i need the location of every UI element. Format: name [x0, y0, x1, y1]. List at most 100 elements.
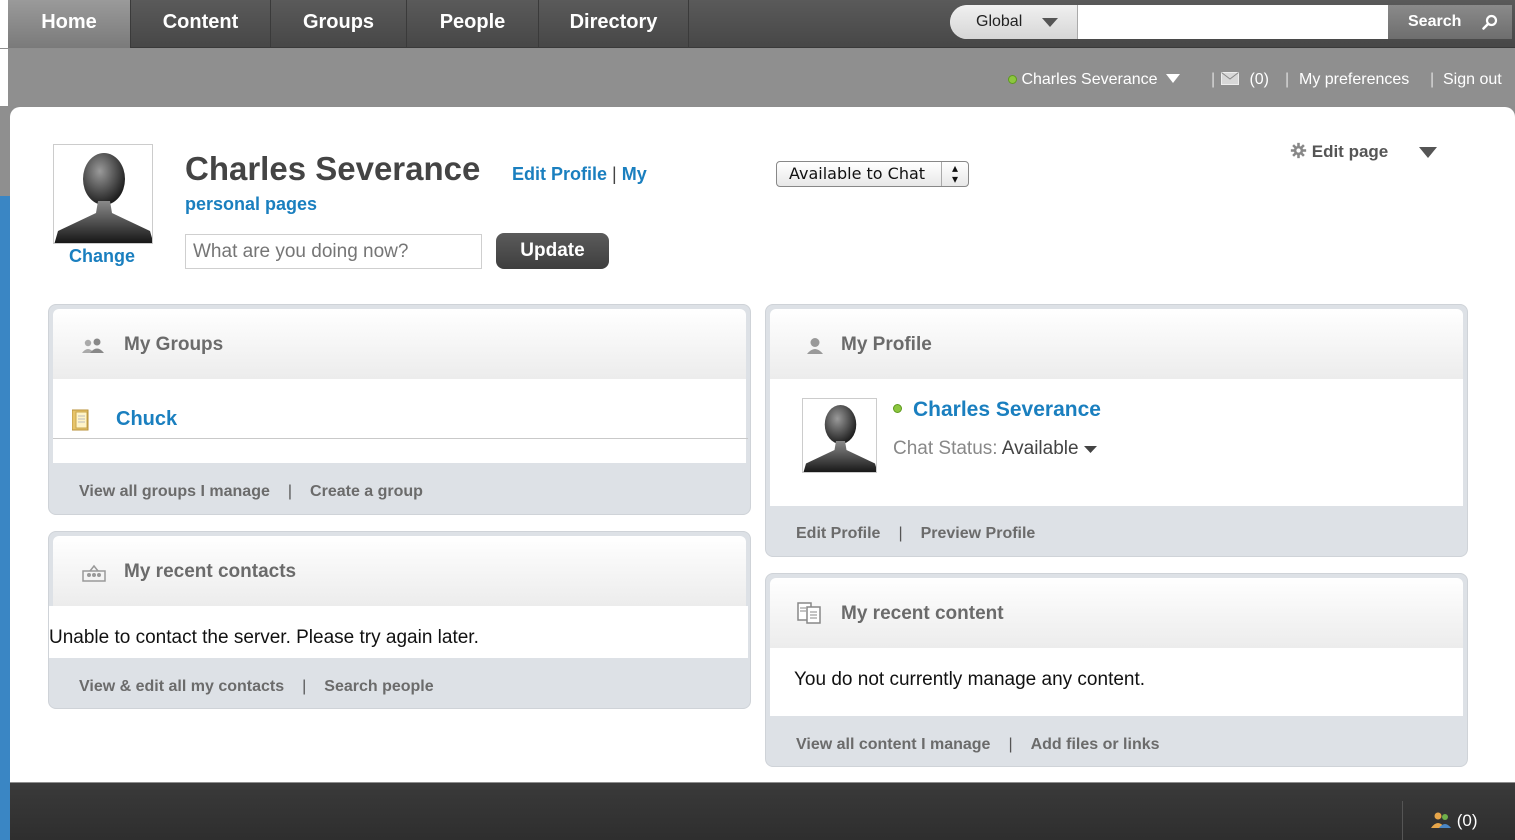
utility-separator: | [1211, 71, 1216, 88]
chevron-down-icon [1042, 18, 1058, 27]
widget-title: My recent content [841, 603, 1004, 624]
inbox-link[interactable]: (0) [1221, 71, 1269, 89]
widget-footer: View & edit all my contacts | Search peopl… [79, 678, 434, 696]
profile-name-link[interactable]: Charles Severance [913, 398, 1101, 422]
mail-icon [1221, 72, 1239, 85]
search-scope-label: Global [976, 13, 1023, 30]
widget-footer: Edit Profile | Preview Profile [796, 525, 1035, 543]
user-menu[interactable]: Charles Severance [1008, 71, 1180, 89]
footer-separator: | [302, 678, 307, 695]
widget-footer: View all groups I manage | Create a group [79, 483, 423, 501]
search-button-label: Search [1408, 13, 1462, 30]
create-group-link[interactable]: Create a group [310, 483, 423, 500]
widget-header: My Profile [770, 309, 1463, 379]
search-button[interactable]: Search [1388, 5, 1512, 39]
page-title: Charles Severance [185, 150, 481, 187]
edit-page-dropdown-icon[interactable] [1419, 147, 1437, 158]
tab-home[interactable]: Home [8, 0, 131, 48]
widget-body: You do not currently manage any content. [770, 648, 1463, 716]
edit-page-button[interactable]: Edit page [1290, 142, 1388, 162]
view-edit-contacts-link[interactable]: View & edit all my contacts [79, 678, 284, 695]
user-menu-name: Charles Severance [1021, 71, 1158, 88]
select-arrows-icon: ▴ ▾ [941, 162, 968, 186]
my-personal-pages-link-part1[interactable]: My [622, 164, 647, 184]
contacts-icon [82, 564, 106, 582]
content-icon [797, 602, 821, 624]
chat-status-value: Available [1001, 438, 1079, 459]
left-frame-edge [0, 107, 10, 196]
utility-separator: | [1430, 71, 1435, 88]
tab-people[interactable]: People [407, 0, 539, 48]
chat-contacts-button[interactable]: (0) [1430, 811, 1478, 831]
widget-title: My Profile [841, 334, 932, 355]
tab-directory[interactable]: Directory [539, 0, 689, 48]
person-silhouette-icon [803, 405, 876, 472]
bottom-chat-bar: (0) [10, 783, 1515, 840]
error-message: Unable to contact the server. Please try… [49, 627, 479, 648]
widget-title: My recent contacts [124, 561, 297, 582]
chat-status-select[interactable]: Available to Chat ▴ ▾ [776, 161, 969, 187]
my-recent-contacts-widget: My recent contacts Unable to contact the… [48, 531, 751, 709]
widget-footer: View all content I manage | Add files or l… [796, 736, 1160, 754]
utility-left-edge [0, 49, 8, 106]
my-recent-content-widget: My recent content You do not currently m… [765, 573, 1468, 767]
link-separator: | [612, 164, 617, 184]
utility-separator: | [1285, 71, 1290, 88]
footer-separator: | [898, 525, 903, 542]
top-nav: Home Content Groups People Directory Glo… [0, 0, 1515, 48]
online-status-icon [1008, 75, 1017, 84]
group-link[interactable]: Chuck [116, 408, 177, 431]
search-icon [1482, 14, 1498, 30]
footer-separator: | [1008, 736, 1013, 753]
widget-header: My recent contacts [53, 536, 746, 606]
search-scope-select[interactable]: Global [950, 5, 1078, 39]
groups-icon [82, 338, 104, 353]
nav-left-edge [0, 0, 8, 48]
chat-status[interactable]: Chat Status: Available [893, 438, 1097, 460]
status-update-input[interactable] [185, 234, 482, 269]
sign-out-link[interactable]: Sign out [1443, 71, 1502, 89]
change-photo-link[interactable]: Change [69, 246, 135, 267]
chat-status-value: Available to Chat [789, 164, 926, 183]
gear-icon [1290, 142, 1307, 159]
edit-profile-link[interactable]: Edit Profile [796, 525, 880, 542]
view-all-groups-link[interactable]: View all groups I manage [79, 483, 270, 500]
add-files-link[interactable]: Add files or links [1031, 736, 1160, 753]
preview-profile-link[interactable]: Preview Profile [921, 525, 1036, 542]
widget-title: My Groups [124, 334, 224, 355]
widget-header: My recent content [770, 578, 1463, 648]
my-groups-widget: My Groups Chuck View all groups I manage… [48, 304, 751, 515]
my-preferences-link[interactable]: My preferences [1299, 71, 1409, 89]
search-people-link[interactable]: Search people [324, 678, 433, 695]
my-personal-pages-link[interactable]: personal pages [185, 194, 317, 215]
bottom-separator [1402, 801, 1403, 840]
online-status-icon [893, 404, 902, 413]
widget-header: My Groups [53, 309, 746, 379]
footer-separator: | [287, 483, 293, 500]
profile-links: Edit Profile | My [512, 164, 647, 185]
person-icon [807, 338, 823, 354]
view-all-content-link[interactable]: View all content I manage [796, 736, 990, 753]
edit-profile-link[interactable]: Edit Profile [512, 164, 607, 184]
tab-groups[interactable]: Groups [271, 0, 407, 48]
mail-count: (0) [1249, 71, 1270, 88]
left-frame-accent [0, 196, 10, 840]
search-input[interactable] [1078, 5, 1388, 39]
empty-message: You do not currently manage any content. [794, 669, 1146, 690]
widget-body: Unable to contact the server. Please try… [49, 606, 748, 658]
widget-body: Chuck [53, 379, 748, 463]
search-box: Global Search [950, 5, 1512, 39]
chevron-down-icon [1165, 74, 1180, 83]
chat-people-icon [1431, 812, 1451, 828]
update-button[interactable]: Update [496, 233, 609, 269]
edit-page-label: Edit page [1311, 142, 1389, 161]
chat-status-label: Chat Status: [893, 438, 998, 459]
my-profile-widget: My Profile Charles Severance Chat Status… [765, 304, 1468, 557]
avatar[interactable] [53, 144, 153, 244]
person-silhouette-icon [54, 153, 152, 243]
tab-content[interactable]: Content [131, 0, 271, 48]
list-item[interactable]: Chuck [53, 379, 748, 439]
profile-avatar[interactable] [802, 398, 877, 473]
group-folder-icon [72, 409, 89, 431]
utility-bar: Charles Severance | (0) | My preferences… [0, 49, 1515, 106]
